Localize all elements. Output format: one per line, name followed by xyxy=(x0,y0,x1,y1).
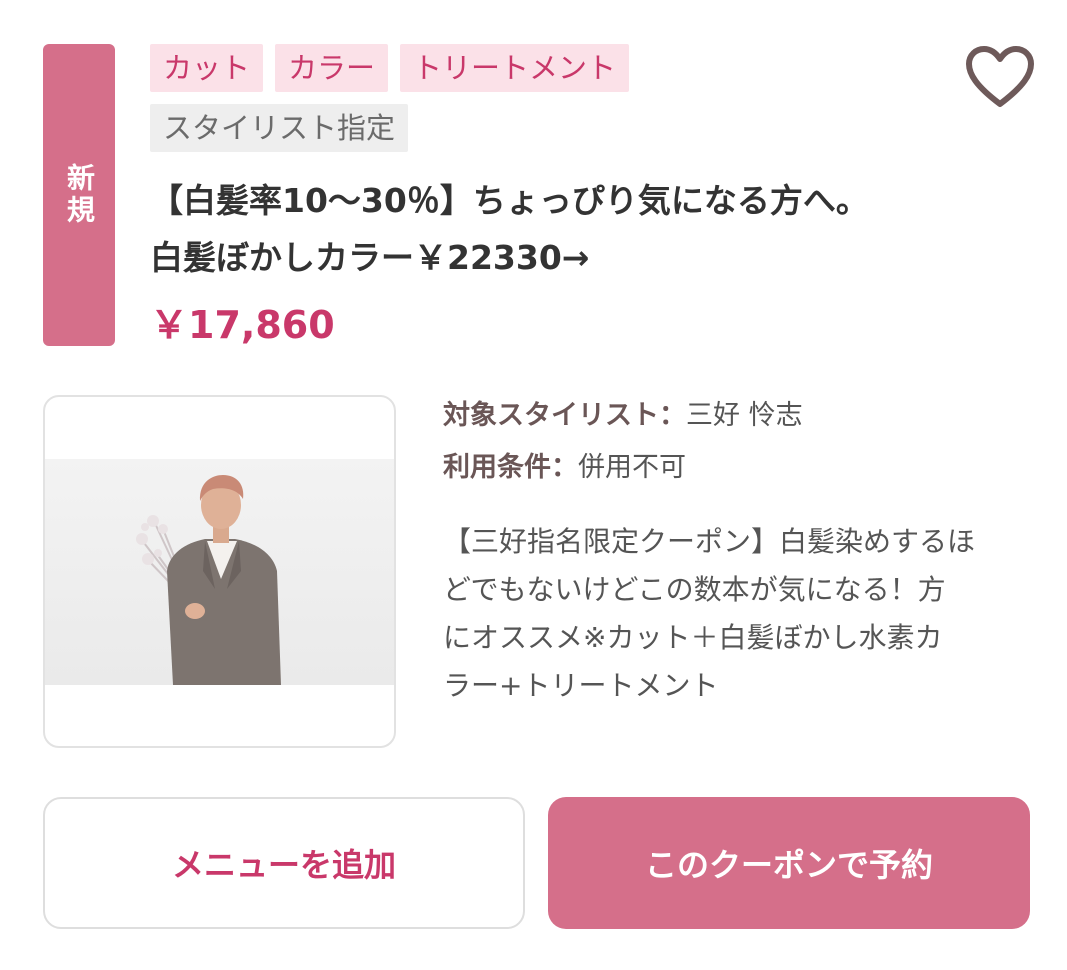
stylist-label: 対象スタイリスト： xyxy=(443,400,686,431)
tag-row-2: スタイリスト指定 xyxy=(150,104,930,152)
tag-row-1: カット カラー トリートメント xyxy=(150,44,930,92)
tag-color: カラー xyxy=(275,44,389,92)
new-badge: 新規 xyxy=(43,44,115,346)
tag-list: カット カラー トリートメント スタイリスト指定 xyxy=(150,44,930,164)
add-menu-button[interactable]: メニューを追加 xyxy=(43,797,525,929)
coupon-title-line-2: 白髪ぼかしカラー￥22330→ xyxy=(150,238,590,277)
tag-treatment: トリートメント xyxy=(400,44,630,92)
coupon-title: 【白髪率10〜30％】ちょっぴり気になる方へ。 白髪ぼかしカラー￥22330→ xyxy=(150,172,1010,286)
coupon-title-line-1: 【白髪率10〜30％】ちょっぴり気になる方へ。 xyxy=(150,181,869,220)
tag-cut: カット xyxy=(150,44,264,92)
coupon-description: 【三好指名限定クーポン】白髪染めするほ どでもないけどこの数本が気になる！方 に… xyxy=(443,518,1033,710)
tag-stylist-designated: スタイリスト指定 xyxy=(150,104,409,152)
stylist-figure-image xyxy=(136,475,281,685)
condition-value: 併用不可 xyxy=(578,452,686,483)
heart-outline-icon xyxy=(966,46,1034,107)
stylist-photo xyxy=(45,459,394,685)
stylist-photo-frame xyxy=(43,395,396,748)
coupon-price: ￥17,860 xyxy=(150,303,335,347)
favorite-button[interactable] xyxy=(964,44,1036,110)
reserve-with-coupon-button[interactable]: このクーポンで予約 xyxy=(548,797,1030,929)
description-line-2: どでもないけどこの数本が気になる！方 xyxy=(443,573,946,606)
description-line-3: にオススメ※カット＋白髪ぼかし水素カ xyxy=(443,621,943,654)
coupon-card: 新規 カット カラー トリートメント スタイリスト指定 【白髪率10〜30％】ち… xyxy=(0,0,1067,970)
stylist-row: 対象スタイリスト：三好 怜志 xyxy=(443,390,1033,442)
coupon-details: 対象スタイリスト：三好 怜志 利用条件：併用不可 【三好指名限定クーポン】白髪染… xyxy=(443,390,1033,710)
stylist-value: 三好 怜志 xyxy=(686,400,803,431)
description-line-4: ラー+トリートメント xyxy=(443,669,719,702)
condition-row: 利用条件：併用不可 xyxy=(443,442,1033,494)
condition-label: 利用条件： xyxy=(443,452,578,483)
description-line-1: 【三好指名限定クーポン】白髪染めするほ xyxy=(443,525,976,558)
